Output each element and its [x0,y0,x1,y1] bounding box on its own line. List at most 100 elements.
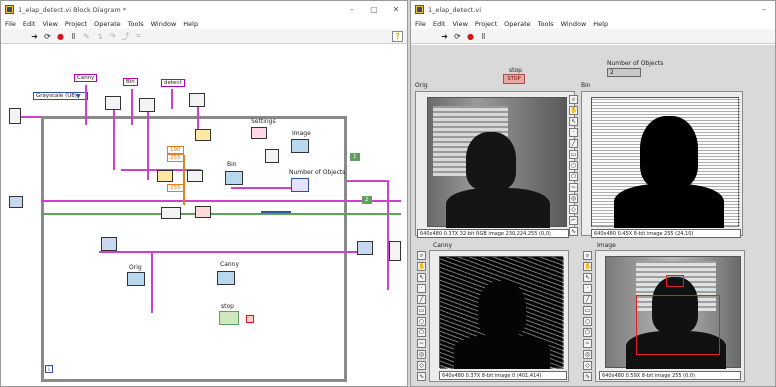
menu-tools[interactable]: Tools [128,20,144,28]
settings-control[interactable] [251,127,267,139]
wire [85,85,87,125]
menu-project[interactable]: Project [65,20,87,28]
polygon-roi-icon[interactable]: ⬠ [569,172,578,181]
dispose-node [357,241,373,255]
line-roi-icon[interactable]: ╱ [569,139,578,148]
numeric-constant-e[interactable]: 2 [362,196,372,204]
number-of-objects-indicator [291,178,309,192]
run-continuous-icon[interactable]: ⟳ [42,31,53,42]
run-continuous-icon[interactable]: ⟳ [452,31,463,42]
number-of-objects-label: Number of Objects [289,169,346,176]
hand-icon[interactable]: ✋ [569,106,578,115]
close-button[interactable]: ✕ [385,5,407,14]
point-roi-icon[interactable]: · [417,284,426,293]
menu-help[interactable]: Help [183,20,198,28]
zoom-icon[interactable]: ⌕ [417,251,426,260]
annulus-roi-icon[interactable]: ◎ [417,350,426,359]
detection-box-body [636,295,720,355]
rotated-rect-roi-icon[interactable]: ◇ [583,361,592,370]
oval-roi-icon[interactable]: ○ [569,161,578,170]
bin-status-bar: 640x480 0.45X 8-bit image 255 (24,10) [591,229,741,238]
annulus-roi-icon[interactable]: ◎ [583,350,592,359]
point-roi-icon[interactable]: · [583,284,592,293]
menu-project[interactable]: Project [475,20,497,28]
menu-view[interactable]: View [452,20,467,28]
pointer-icon[interactable]: ↖ [417,273,426,282]
clean-up-icon[interactable]: ⌗ [133,31,144,42]
polyline-roi-icon[interactable]: ∿ [569,227,578,236]
canny-constant[interactable]: Canny [74,74,98,82]
polyline-roi-icon[interactable]: ∿ [417,372,426,381]
numeric-constant-c[interactable]: 255 [167,184,184,192]
step-over-icon[interactable]: ↷ [107,31,118,42]
freehand-roi-icon[interactable]: ~ [417,339,426,348]
hand-icon[interactable]: ✋ [417,262,426,271]
menu-file[interactable]: File [415,20,426,28]
help-icon[interactable]: ? [392,30,403,42]
rect-roi-icon[interactable]: ▭ [417,306,426,315]
menu-edit[interactable]: Edit [433,20,446,28]
numeric-constant-b[interactable]: 255 [167,154,184,162]
annulus-roi-icon[interactable]: ◎ [569,194,578,203]
line-roi-icon[interactable]: ╱ [417,295,426,304]
polygon-roi-icon[interactable]: ⬠ [583,328,592,337]
abort-icon[interactable]: ● [55,31,66,42]
maximize-button[interactable]: ▢ [363,5,385,14]
oval-roi-icon[interactable]: ○ [583,317,592,326]
pause-icon[interactable]: Ⅱ [68,31,79,42]
zoom-icon[interactable]: ⌕ [569,95,578,104]
freehand-roi-icon[interactable]: ~ [583,339,592,348]
polygon-roi-icon[interactable]: ⬠ [417,328,426,337]
wire [183,155,185,205]
step-into-icon[interactable]: ↴ [94,31,105,42]
menu-tools[interactable]: Tools [538,20,554,28]
polyline-roi-icon[interactable]: ∿ [583,372,592,381]
grab-node [101,237,117,251]
window-title: 1_elap_detect.vi [428,5,482,14]
highlight-execution-icon[interactable]: ✎ [81,31,92,42]
menu-help[interactable]: Help [593,20,608,28]
hand-icon[interactable]: ✋ [583,262,592,271]
run-arrow-icon[interactable]: ➜ [439,31,450,42]
zoom-icon[interactable]: ⌕ [583,251,592,260]
menu-view[interactable]: View [42,20,57,28]
menu-window[interactable]: Window [151,20,177,28]
line-roi-icon[interactable]: ╱ [583,295,592,304]
freehand-roi-icon[interactable]: ~ [569,183,578,192]
loop-iteration-terminal: i [45,365,53,373]
rect-roi-icon[interactable]: ▭ [569,150,578,159]
morphology-node [187,170,203,182]
image-indicator [291,139,309,153]
menu-edit[interactable]: Edit [23,20,36,28]
menu-window[interactable]: Window [561,20,587,28]
loop-condition-icon [246,315,254,323]
bin-constant[interactable]: Bin [123,78,138,86]
detect-constant[interactable]: detect [161,79,185,87]
rotated-rect-roi-icon[interactable]: ◇ [569,205,578,214]
numeric-constant-a[interactable]: 100 [167,146,184,154]
menu-operate[interactable]: Operate [94,20,120,28]
rotated-rect-roi-icon[interactable]: ◇ [417,361,426,370]
menu-operate[interactable]: Operate [504,20,530,28]
oval-roi-icon[interactable]: ○ [417,317,426,326]
pause-icon[interactable]: Ⅱ [478,31,489,42]
step-out-icon[interactable]: ⤴ [120,31,131,42]
wire [113,110,115,170]
minimize-button[interactable]: – [341,5,363,14]
minimize-button[interactable]: – [753,5,775,14]
broken-line-roi-icon[interactable]: ⌐ [569,216,578,225]
pointer-icon[interactable]: ↖ [569,117,578,126]
bin-image-display [591,97,740,228]
pointer-icon[interactable]: ↖ [583,273,592,282]
number-of-objects-indicator: 2 [607,68,641,77]
point-roi-icon[interactable]: · [569,128,578,137]
rect-roi-icon[interactable]: ▭ [583,306,592,315]
run-arrow-icon[interactable]: ➜ [29,31,40,42]
particle-analysis-node [265,149,279,163]
ring-dropdown-icon[interactable]: ▼ [76,93,81,100]
menu-file[interactable]: File [5,20,16,28]
numeric-constant-d[interactable]: 1 [350,153,360,161]
abort-icon[interactable]: ● [465,31,476,42]
detection-box-head [666,275,684,287]
stop-button[interactable]: STOP [503,74,525,84]
